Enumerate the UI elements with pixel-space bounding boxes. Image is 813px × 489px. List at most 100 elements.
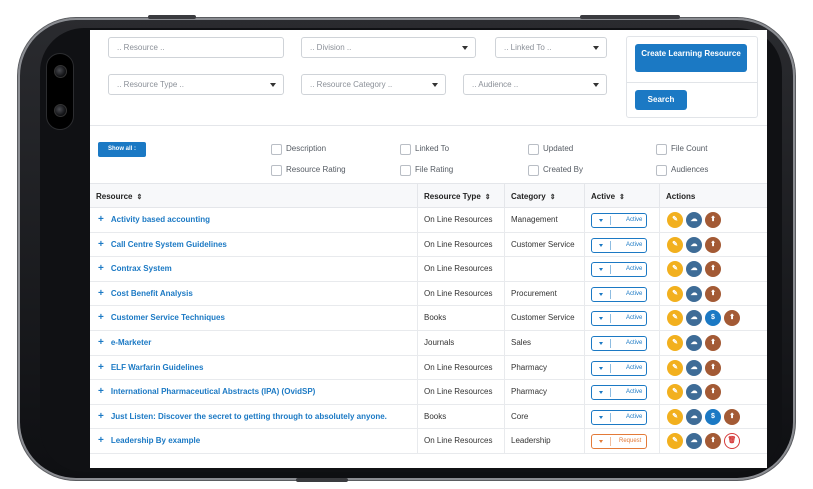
edit-icon[interactable]: ✎ [667,359,683,376]
dollar-icon[interactable]: $ [705,408,721,425]
header-active[interactable]: Active ⇕ [584,184,659,209]
resource-category-placeholder: .. Resource Category .. [310,80,393,89]
edit-icon[interactable]: ✎ [667,212,683,228]
edit-icon[interactable]: ✎ [667,335,683,351]
cloud-icon[interactable]: ☁ [686,408,702,425]
active-cell: Active [584,232,659,257]
edit-icon[interactable]: ✎ [667,285,683,302]
cloud-icon[interactable]: ☁ [686,285,702,302]
edit-icon[interactable]: ✎ [667,236,683,253]
search-button[interactable]: Search [635,90,687,110]
status-select[interactable]: Active [591,336,647,351]
resource-name-link[interactable]: Customer Service Techniques [111,313,225,322]
user-icon[interactable]: ⬆ [705,384,721,401]
resource-name-link[interactable]: Leadership By example [111,436,200,445]
resource-type-select[interactable]: .. Resource Type .. [108,74,284,95]
resource-name-link[interactable]: International Pharmaceutical Abstracts (… [111,387,316,396]
edit-icon[interactable]: ✎ [667,433,683,450]
chevron-down-icon [593,83,599,87]
status-select[interactable]: Active [591,286,647,302]
user-icon[interactable]: ⬆ [705,261,721,278]
resource-cell: + ELF Warfarin Guidelines [90,356,417,380]
header-resource-type[interactable]: Resource Type ⇕ [417,184,504,209]
status-select[interactable]: Request [591,434,647,450]
show-all-button[interactable]: Show all : [98,142,146,157]
user-icon[interactable]: ⬆ [705,236,721,253]
expand-plus-icon[interactable]: + [98,214,104,225]
expand-plus-icon[interactable]: + [98,239,104,250]
toggle-audiences-checkbox[interactable]: Audiences [656,165,708,176]
resource-name-link[interactable]: Cost Benefit Analysis [111,289,193,298]
expand-plus-icon[interactable]: + [98,312,104,323]
status-label: Active [626,315,643,322]
status-select[interactable]: Active [591,409,647,425]
category-cell [504,257,584,282]
cloud-icon[interactable]: ☁ [686,310,702,327]
app-screen: .. Resource .. .. Division .. .. Linked … [90,30,767,468]
status-select[interactable]: Active [591,360,647,376]
table-row: + e-Marketer Journals Sales Active ✎ ☁ ⬆ [90,331,767,356]
user-icon[interactable]: ⬆ [705,335,721,351]
resource-category-select[interactable]: .. Resource Category .. [301,74,446,95]
user-icon[interactable]: ⬆ [705,433,721,450]
toggle-resource-rating-checkbox[interactable]: Resource Rating [271,165,346,176]
header-resource[interactable]: Resource ⇕ [90,184,417,209]
chevron-down-icon [599,317,603,321]
table-row: + Call Centre System Guidelines On Line Re… [90,232,767,258]
status-select[interactable]: Active [591,311,647,327]
resource-name-link[interactable]: Just Listen: Discover the secret to gett… [111,412,387,421]
edit-icon[interactable]: ✎ [667,261,683,278]
status-select[interactable]: Active [591,262,647,278]
status-select[interactable]: Active [591,213,647,228]
audience-select[interactable]: .. Audience .. [463,74,607,95]
cloud-icon[interactable]: ☁ [686,433,702,450]
status-select[interactable]: Active [591,237,647,253]
expand-plus-icon[interactable]: + [98,288,104,299]
resource-name-link[interactable]: Contrax System [111,264,172,273]
header-category[interactable]: Category ⇕ [504,184,584,209]
expand-plus-icon[interactable]: + [98,263,104,274]
user-icon[interactable]: ⬆ [724,408,740,425]
edit-icon[interactable]: ✎ [667,384,683,401]
cloud-icon[interactable]: ☁ [686,212,702,228]
expand-plus-icon[interactable]: + [98,435,104,446]
expand-plus-icon[interactable]: + [98,386,104,397]
resource-name-link[interactable]: e-Marketer [111,338,151,347]
cloud-icon[interactable]: ☁ [686,359,702,376]
resource-name-link[interactable]: ELF Warfarin Guidelines [111,363,204,372]
dollar-icon[interactable]: $ [705,310,721,327]
toggle-updated-checkbox[interactable]: Updated [528,144,573,155]
cloud-icon[interactable]: ☁ [686,384,702,401]
toggle-file-count-checkbox[interactable]: File Count [656,144,707,155]
linked-to-select[interactable]: .. Linked To .. [495,37,607,58]
divider [610,265,611,275]
edit-icon[interactable]: ✎ [667,310,683,327]
resource-name-link[interactable]: Call Centre System Guidelines [111,240,227,249]
user-icon[interactable]: ⬆ [724,310,740,327]
status-label: Request [619,438,642,445]
edit-icon[interactable]: ✎ [667,408,683,425]
user-icon[interactable]: ⬆ [705,212,721,228]
toggle-created-by-checkbox[interactable]: Created By [528,165,583,176]
active-cell: Active [584,380,659,405]
resource-name-link[interactable]: Activity based accounting [111,215,210,224]
resource-filter-input[interactable]: .. Resource .. [108,37,284,58]
cloud-icon[interactable]: ☁ [686,236,702,253]
table-row: + International Pharmaceutical Abstracts … [90,380,767,405]
user-icon[interactable]: ⬆ [705,285,721,302]
cloud-icon[interactable]: ☁ [686,335,702,351]
category-cell: Pharmacy [504,355,584,380]
phone-volume-button [148,15,196,19]
division-select[interactable]: .. Division .. [301,37,476,58]
toggle-file-rating-checkbox[interactable]: File Rating [400,165,453,176]
delete-icon[interactable]: 🗑 [724,433,740,450]
expand-plus-icon[interactable]: + [98,411,104,422]
cloud-icon[interactable]: ☁ [686,261,702,278]
toggle-linked-to-checkbox[interactable]: Linked To [400,144,449,155]
expand-plus-icon[interactable]: + [98,337,104,348]
create-learning-resource-button[interactable]: Create Learning Resource [635,44,747,72]
expand-plus-icon[interactable]: + [98,362,104,373]
toggle-description-checkbox[interactable]: Description [271,144,326,155]
status-select[interactable]: Active [591,385,647,401]
user-icon[interactable]: ⬆ [705,359,721,376]
